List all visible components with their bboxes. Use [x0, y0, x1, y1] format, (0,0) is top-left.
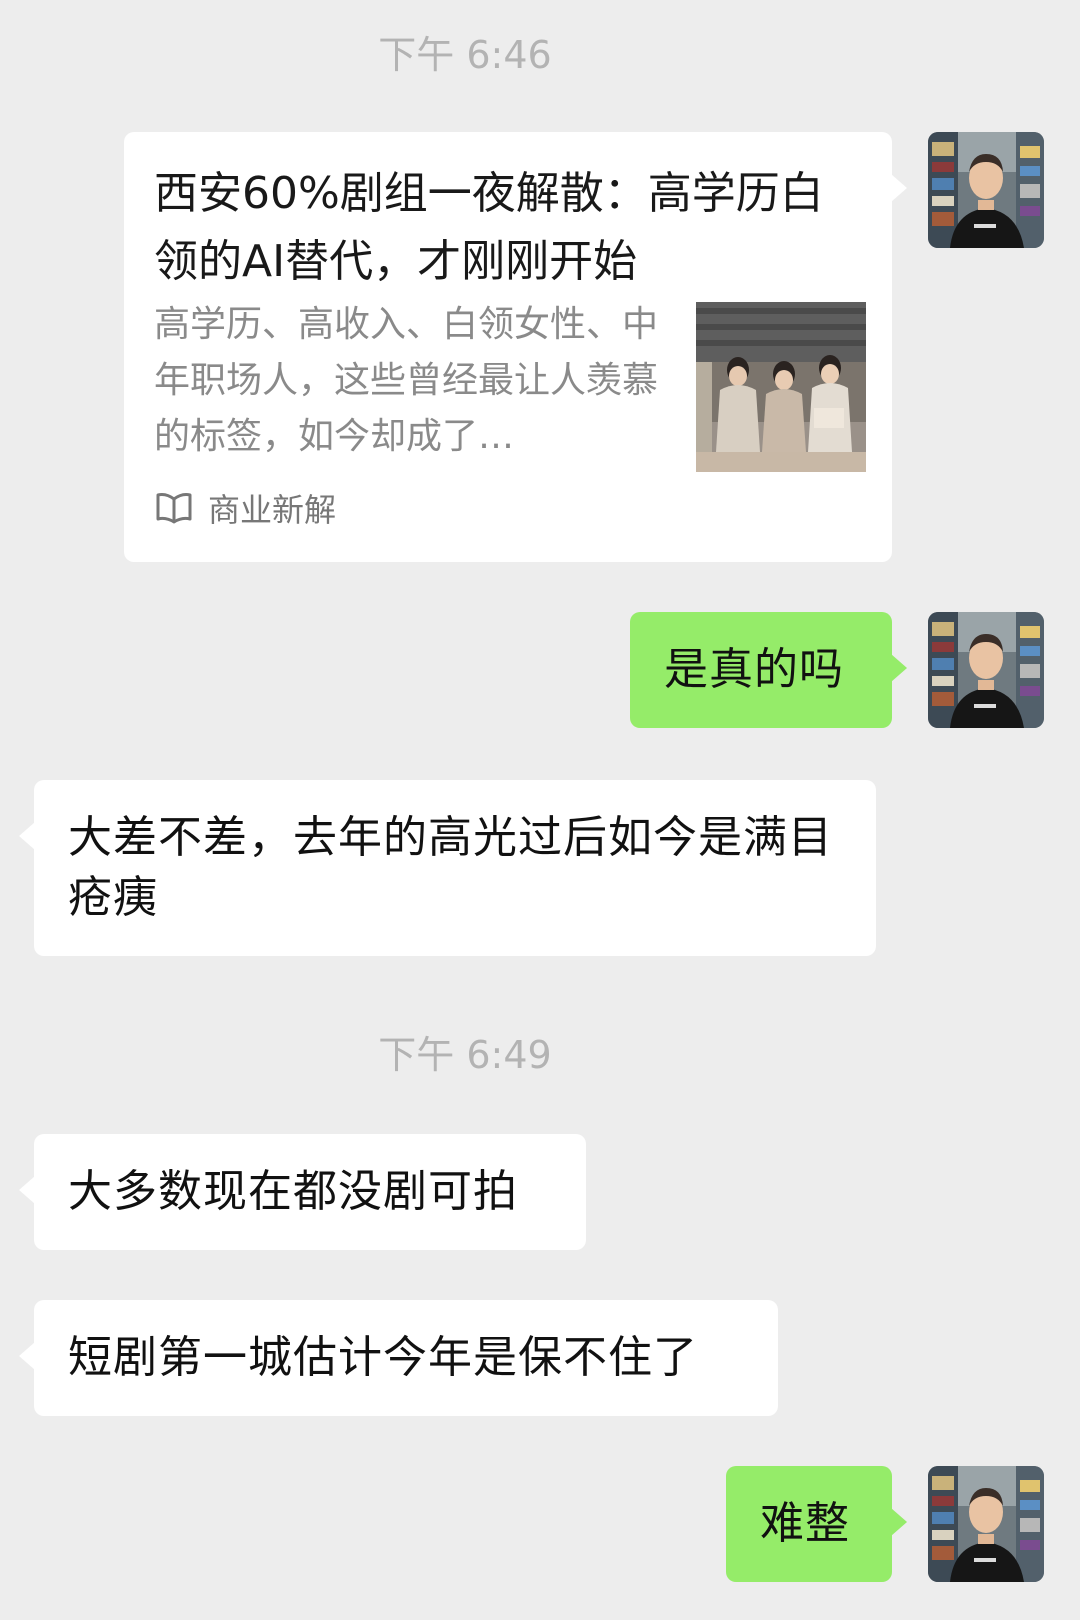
article-thumbnail [696, 302, 866, 472]
message-text: 难整 [760, 1498, 850, 1549]
message-text: 大差不差，去年的高光过后如今是满目疮痍 [68, 812, 833, 923]
message-bubble-self[interactable]: 难整 [726, 1466, 907, 1582]
link-card[interactable]: 西安60%剧组一夜解散：高学历白领的AI替代，才刚刚开始 高学历、高收入、白领女… [124, 132, 907, 562]
link-card-title: 西安60%剧组一夜解散：高学历白领的AI替代，才刚刚开始 [154, 168, 824, 287]
message-bubble-other[interactable]: 短剧第一城估计今年是保不住了 [19, 1300, 778, 1416]
source-name: 商业新解 [208, 491, 337, 529]
message-bubble-self[interactable]: 是真的吗 [630, 612, 907, 728]
book-icon [156, 493, 192, 524]
message-bubble-other[interactable]: 大差不差，去年的高光过后如今是满目疮痍 [19, 780, 876, 956]
message-text: 大多数现在都没剧可拍 [68, 1166, 518, 1217]
self-avatar[interactable] [928, 1466, 1044, 1582]
timestamp: 下午 6:49 [378, 1033, 552, 1077]
self-avatar[interactable] [928, 612, 1044, 728]
message-bubble-other[interactable]: 大多数现在都没剧可拍 [19, 1134, 586, 1250]
link-card-source: 商业新解 [154, 486, 336, 530]
link-card-description: 高学历、高收入、白领女性、中年职场人，这些曾经最让人羡慕的标签，如今却成了… [154, 304, 659, 457]
timestamp: 下午 6:46 [378, 33, 552, 77]
self-avatar[interactable] [928, 132, 1044, 248]
message-text: 短剧第一城估计今年是保不住了 [68, 1332, 698, 1383]
message-text: 是真的吗 [664, 644, 844, 695]
